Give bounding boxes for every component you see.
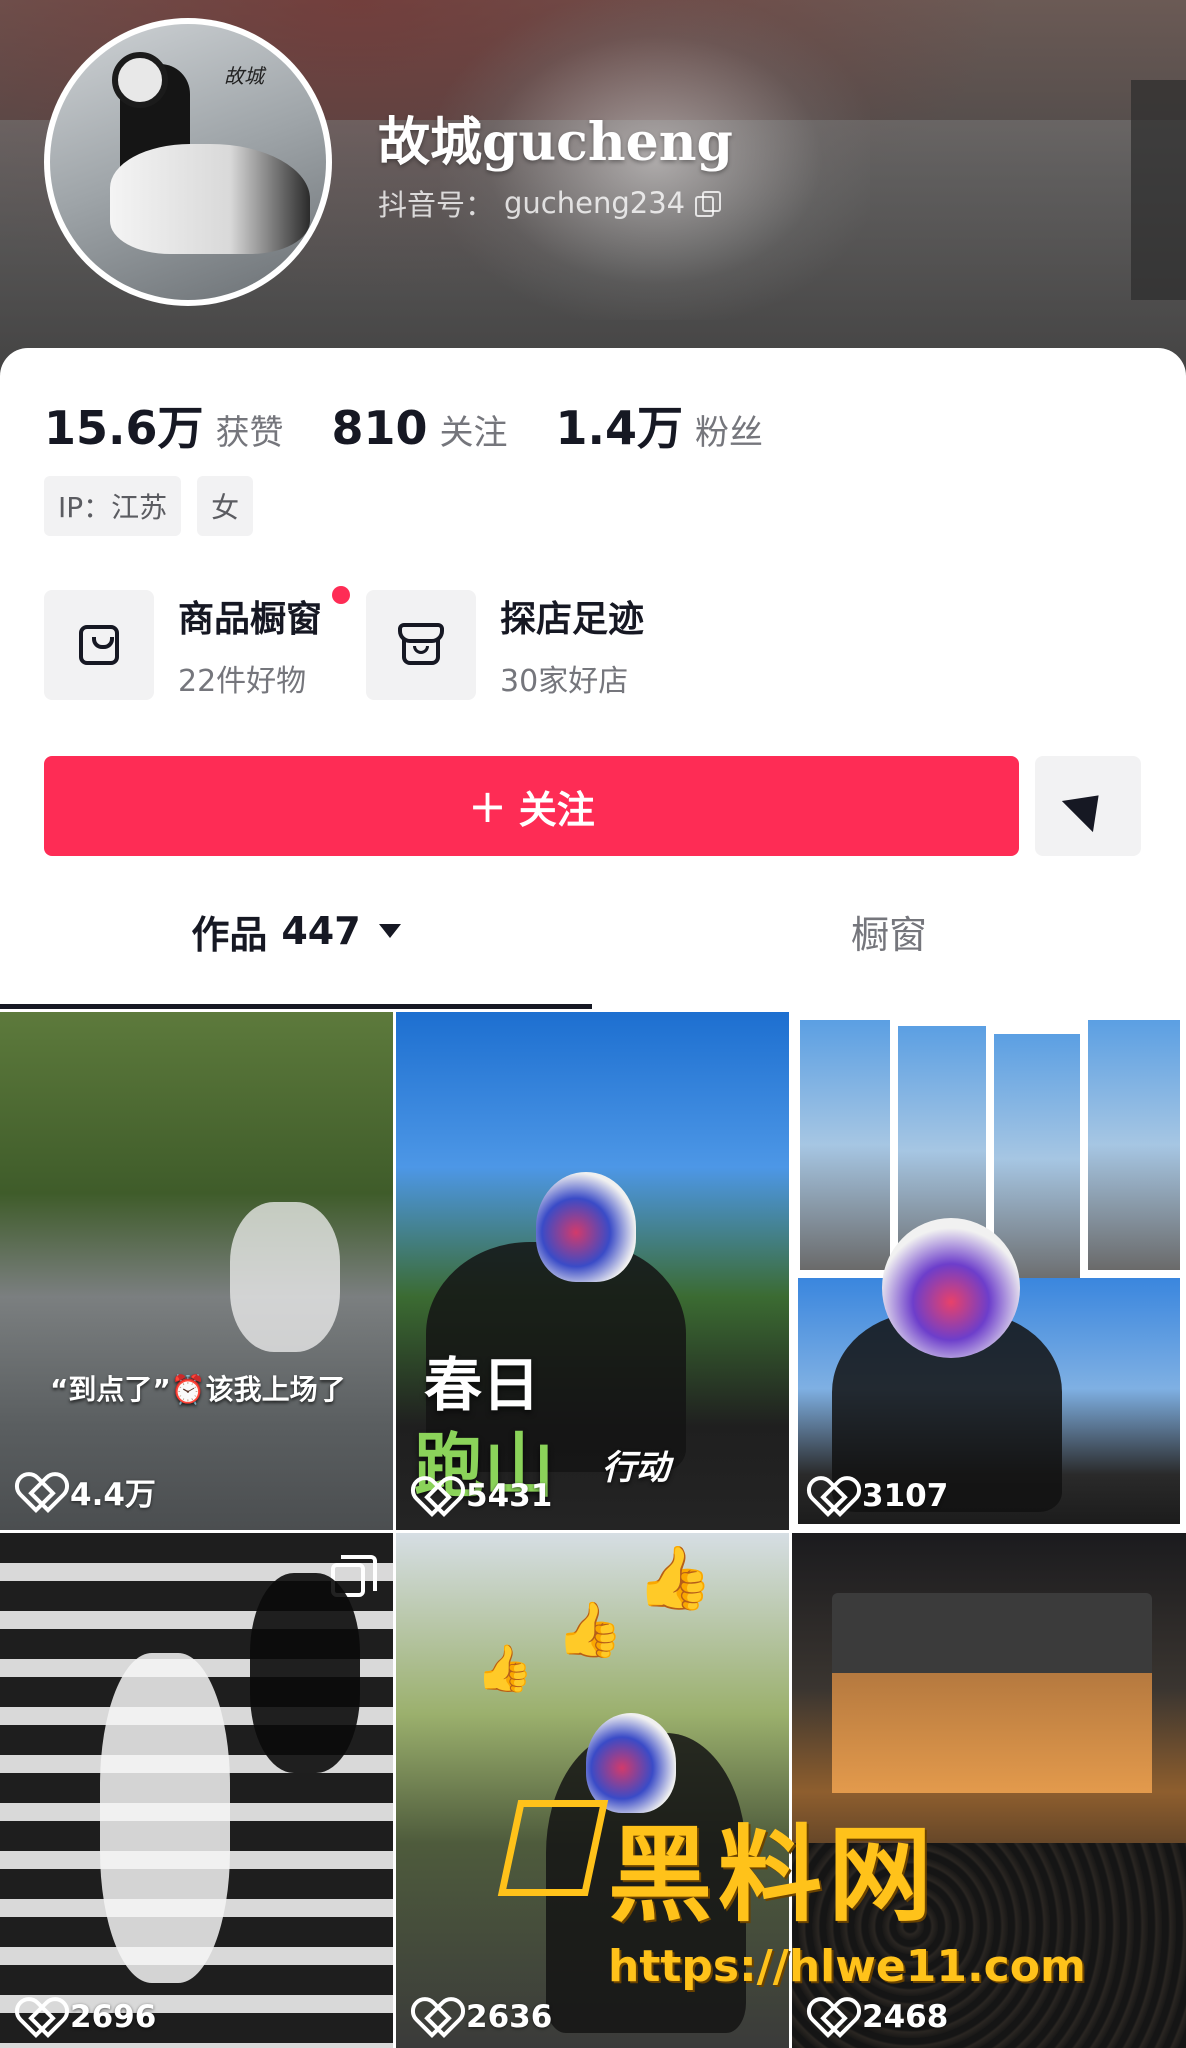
video-tile[interactable]: 3107: [792, 1012, 1186, 1530]
share-button[interactable]: [1035, 756, 1141, 856]
tag-gender: 女: [197, 476, 254, 536]
tab-window-label: 橱窗: [850, 912, 927, 957]
douyin-id-label: 抖音号：: [378, 188, 495, 222]
heart-icon: [20, 2000, 56, 2034]
like-count-value: 2696: [70, 1999, 157, 2035]
tile-storefront: [832, 1593, 1152, 1793]
watermark: 黑料网 https://hlwe11.com: [497, 1790, 1086, 1992]
avatar-helmet: [112, 52, 168, 108]
heart-icon: [416, 1479, 452, 1513]
avatar-image: 故城: [50, 24, 326, 300]
thumbs-up-icon: 👍: [476, 1641, 534, 1695]
heart-icon: [812, 1479, 848, 1513]
avatar[interactable]: 故城: [44, 18, 332, 306]
like-count: 2636: [416, 1999, 552, 2035]
content-tabs: 作品 447 橱窗: [0, 888, 1186, 978]
like-count: 2696: [20, 1999, 156, 2035]
explore-sub: 30家好店: [500, 664, 629, 699]
like-count: 3107: [812, 1478, 948, 1514]
like-count-value: 2468: [862, 1999, 949, 2035]
video-tile[interactable]: 春日 跑山 行动 5431: [396, 1012, 789, 1530]
collage-panel: [1088, 1020, 1180, 1270]
showcase-icon-box: [44, 590, 154, 700]
showcase-text: 商品橱窗 22件好物: [178, 586, 350, 700]
cover-post: [1131, 80, 1186, 300]
showcase-sub: 22件好物: [178, 664, 307, 699]
tab-active-indicator: [0, 1004, 592, 1009]
heart-icon: [20, 1475, 56, 1509]
service-cards: 商品橱窗 22件好物 探店足迹 30家好店: [44, 586, 644, 700]
tag-ip: IP：江苏: [44, 476, 182, 536]
stat-following-label: 关注: [439, 413, 508, 453]
avatar-bike: [110, 144, 310, 254]
stat-following[interactable]: 810 关注: [332, 401, 508, 455]
douyin-id-value: gucheng234: [504, 186, 686, 220]
stat-following-number: 810: [331, 401, 428, 455]
stat-likes[interactable]: 15.6万 获赞: [44, 392, 284, 458]
profile-tags: IP：江苏 女: [44, 476, 254, 536]
stat-followers-number: 1.4万: [555, 401, 684, 455]
explore-text: 探店足迹 30家好店: [500, 590, 644, 700]
tab-works[interactable]: 作品 447: [0, 888, 592, 974]
tab-works-label: 作品: [191, 912, 268, 957]
stat-followers-label: 粉丝: [695, 413, 764, 453]
like-count-value: 2636: [466, 1999, 553, 2035]
like-count: 4.4万: [20, 1469, 156, 1514]
notification-dot: [332, 586, 350, 604]
tile-rider: [250, 1573, 360, 1773]
explore-icon-box: [366, 590, 477, 700]
like-count: 2468: [812, 1999, 948, 2035]
heart-icon: [416, 2000, 452, 2034]
follow-button[interactable]: + 关注: [44, 756, 1019, 856]
tile-helmet: [882, 1218, 1020, 1358]
stat-followers[interactable]: 1.4万 粉丝: [556, 392, 764, 458]
heart-icon: [812, 2000, 848, 2034]
collage-panel: [800, 1020, 890, 1270]
like-count-value: 5431: [466, 1478, 553, 1514]
stat-likes-label: 获赞: [215, 413, 284, 453]
video-tile[interactable]: 2696: [0, 1533, 393, 2048]
stat-likes-number: 15.6万: [44, 401, 204, 455]
tile-rider: [230, 1202, 340, 1352]
watermark-text: 黑料网: [608, 1814, 939, 1936]
thumbs-up-icon: 👍: [636, 1541, 714, 1614]
tile-helmet: [536, 1172, 636, 1282]
tab-works-count: 447: [281, 909, 361, 953]
stats-row: 15.6万 获赞 810 关注 1.4万 粉丝: [44, 392, 763, 458]
send-icon: [1061, 779, 1115, 833]
like-count-value: 3107: [862, 1478, 949, 1514]
action-row: + 关注: [44, 756, 1141, 856]
follow-label: 关注: [518, 787, 595, 832]
thumbs-up-icon: 👍: [556, 1598, 624, 1661]
tile-rider: [100, 1653, 230, 1983]
caret-down-icon: [378, 924, 401, 938]
douyin-id-row[interactable]: 抖音号： gucheng234: [378, 182, 722, 224]
shopping-bag-icon: [79, 625, 119, 665]
showcase-card[interactable]: 商品橱窗 22件好物: [44, 586, 350, 700]
like-count: 5431: [416, 1478, 552, 1514]
tab-window[interactable]: 橱窗: [592, 888, 1186, 974]
watermark-url: https://hlwe11.com: [608, 1941, 1086, 1992]
plus-icon: +: [468, 779, 507, 833]
store-icon: [398, 623, 445, 667]
video-caption: “到点了”⏰该我上场了: [50, 1373, 346, 1406]
showcase-title: 商品橱窗: [178, 599, 323, 640]
profile-nickname: 故城gucheng: [378, 112, 733, 173]
avatar-mark: 故城: [224, 64, 264, 88]
copy-icon[interactable]: [695, 191, 722, 217]
like-count-value: 4.4万: [70, 1477, 156, 1513]
explore-card[interactable]: 探店足迹 30家好店: [366, 590, 644, 700]
explore-title: 探店足迹: [500, 599, 645, 640]
video-tile[interactable]: “到点了”⏰该我上场了 4.4万: [0, 1012, 393, 1530]
video-title-small: 行动: [602, 1448, 670, 1488]
